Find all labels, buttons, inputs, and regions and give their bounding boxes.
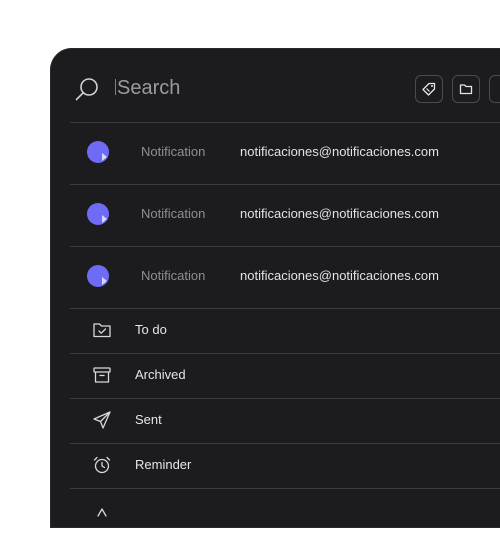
notification-row[interactable]: Notification notificaciones@notificacion… [70,246,500,308]
search-bar [50,48,500,122]
notification-row[interactable]: Notification notificaciones@notificacion… [70,184,500,246]
search-input[interactable] [117,75,367,101]
more-toolbar-button[interactable] [489,75,500,103]
folder-label: To do [135,322,167,337]
folder-label: Archived [135,367,186,382]
notification-email: notificaciones@notificaciones.com [240,206,439,221]
notification-label: Notification [141,144,206,159]
folder-item-to-do[interactable]: To do [70,308,500,353]
folder-item-archived[interactable]: Archived [70,353,500,398]
alarm-clock-icon [93,456,111,474]
notification-label: Notification [141,268,206,283]
folder-item-sent[interactable]: Sent [70,398,500,443]
tag-icon [422,82,436,96]
folder-item-reminder[interactable]: Reminder [70,443,500,488]
text-cursor [115,79,116,95]
avatar [87,203,109,225]
folder-label: Sent [135,412,162,427]
archive-icon [93,367,111,383]
mail-panel: Notification notificaciones@notificacion… [50,48,500,528]
notification-email: notificaciones@notificaciones.com [240,144,439,159]
folder-icon [459,84,473,95]
folder-button[interactable] [452,75,480,103]
tag-button[interactable] [415,75,443,103]
notification-label: Notification [141,206,206,221]
folder-label: Reminder [135,457,192,472]
send-icon [93,411,111,429]
folder-item-more[interactable] [70,488,500,533]
notification-row[interactable]: Notification notificaciones@notificacion… [70,122,500,184]
search-icon[interactable] [74,76,100,102]
notification-email: notificaciones@notificaciones.com [240,268,439,283]
avatar [87,265,109,287]
folder-check-icon [93,323,111,338]
more-icon [97,508,107,517]
avatar [87,141,109,163]
